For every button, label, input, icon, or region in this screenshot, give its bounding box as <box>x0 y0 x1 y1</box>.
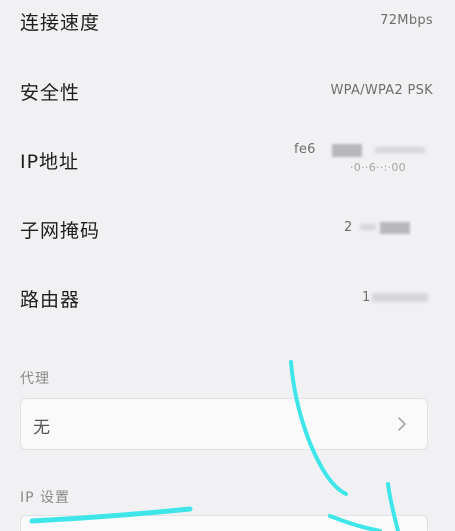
ip-settings-section-title: IP 设置 <box>20 490 71 506</box>
redacted-block <box>375 147 425 153</box>
chevron-right-icon <box>398 417 406 431</box>
row-label: 路由器 <box>20 289 81 311</box>
row-value: WPA/WPA2 PSK <box>330 83 433 98</box>
row-value: fe6 <box>294 142 316 157</box>
ip-settings-select[interactable] <box>20 515 428 531</box>
row-label: 子网掩码 <box>20 220 101 242</box>
row-value: 72Mbps <box>380 13 433 28</box>
redacted-block <box>332 144 362 157</box>
row-router: 路由器 1 <box>0 279 455 319</box>
proxy-section-title: 代理 <box>20 371 50 387</box>
row-subnet-mask: 子网掩码 2 <box>0 210 455 250</box>
row-value: 1 <box>362 290 371 305</box>
redacted-block <box>380 222 410 234</box>
row-ip-address: IP地址 fe6 ·0··6··:·00 <box>0 141 455 181</box>
row-value: 2 <box>344 220 353 235</box>
row-label: 安全性 <box>20 82 81 104</box>
row-value-secondary: ·0··6··:·00 <box>350 161 406 174</box>
row-security: 安全性 WPA/WPA2 PSK <box>0 72 455 112</box>
proxy-select[interactable]: 无 <box>20 398 428 450</box>
row-connection-speed: 连接速度 72Mbps <box>0 2 455 42</box>
redacted-block <box>360 224 376 230</box>
wifi-details-screen: 连接速度 72Mbps 安全性 WPA/WPA2 PSK IP地址 fe6 ·0… <box>0 0 455 531</box>
proxy-select-value: 无 <box>33 418 50 438</box>
row-label: 连接速度 <box>20 12 101 34</box>
row-label: IP地址 <box>20 151 80 173</box>
redacted-block <box>372 293 428 302</box>
